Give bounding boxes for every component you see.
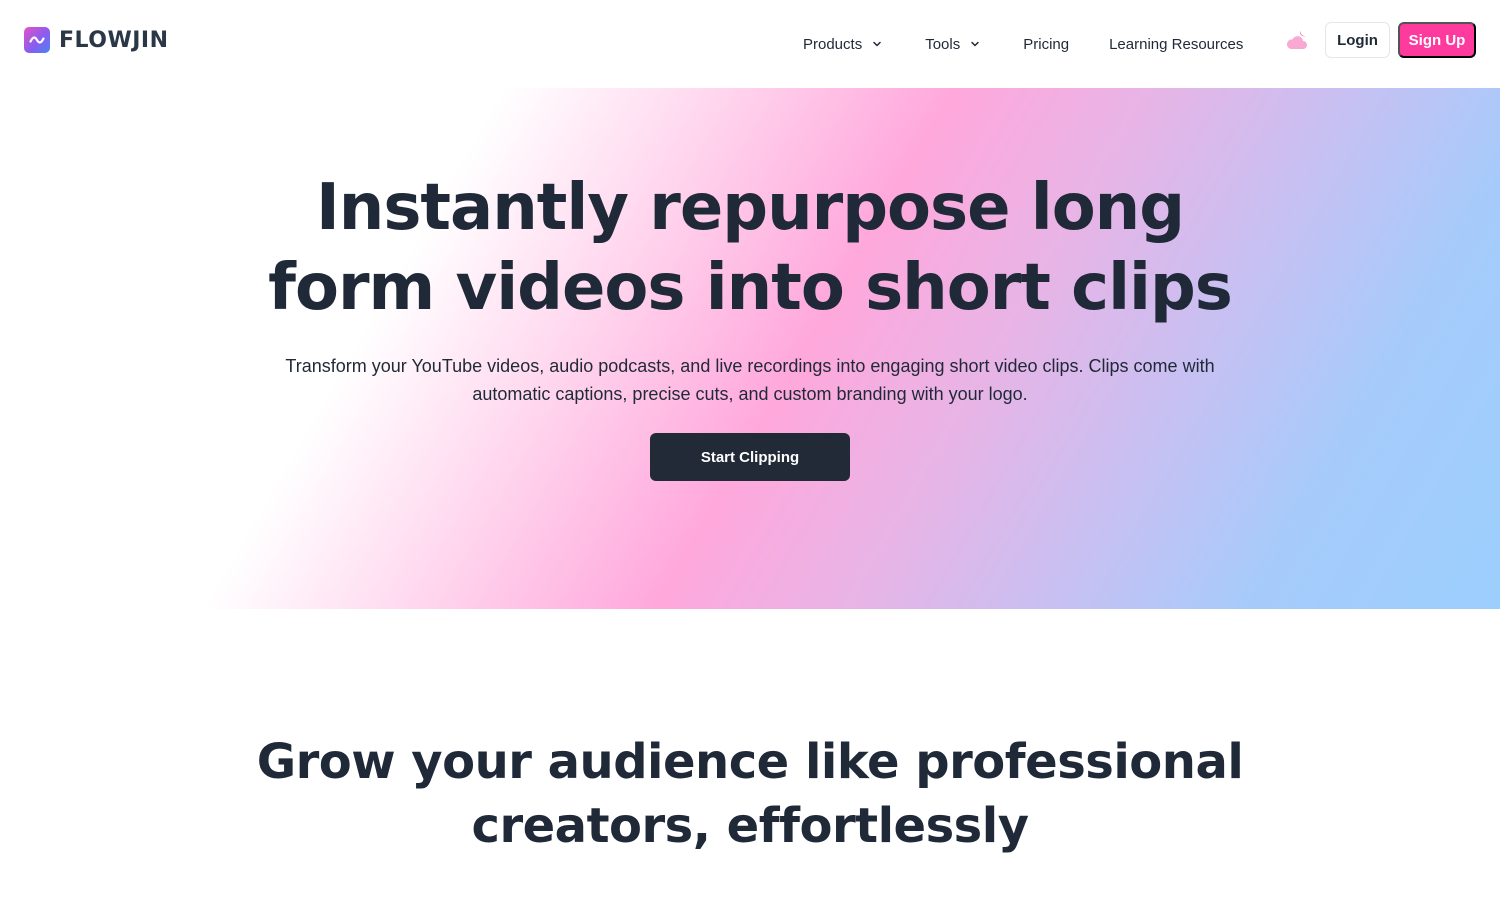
nav-learning-resources-label: Learning Resources	[1109, 35, 1244, 53]
hero-title-line1: Instantly repurpose long	[315, 171, 1185, 245]
nav-pricing[interactable]: Pricing	[1023, 36, 1069, 53]
section-title-line1: Grow your audience like professional	[256, 734, 1244, 790]
chevron-down-icon	[871, 38, 883, 50]
theme-toggle-button[interactable]	[1285, 28, 1311, 52]
section-title: Grow your audience like professional cre…	[250, 730, 1250, 858]
nav-tools[interactable]: Tools	[925, 36, 981, 53]
nav-tools-label: Tools	[925, 35, 961, 53]
main-nav: Products Tools Pricing Learning Resource…	[803, 0, 1243, 88]
signup-button[interactable]: Sign Up	[1398, 22, 1476, 58]
nav-products[interactable]: Products	[803, 36, 883, 53]
hero-title: Instantly repurpose long form videos int…	[0, 168, 1500, 328]
chevron-down-icon	[969, 38, 981, 50]
nav-learning-resources[interactable]: Learning Resources	[1109, 36, 1243, 53]
login-button[interactable]: Login	[1325, 22, 1390, 58]
brand-logo[interactable]: FLOWJIN	[24, 27, 169, 53]
hero-section: Instantly repurpose long form videos int…	[0, 88, 1500, 609]
hero-subtitle: Transform your YouTube videos, audio pod…	[285, 356, 1215, 404]
hero-title-line2: form videos into short clips	[268, 251, 1233, 325]
wave-icon	[24, 27, 50, 53]
brand-name: FLOWJIN	[59, 27, 169, 53]
nav-products-label: Products	[803, 35, 863, 53]
cloud-moon-icon	[1286, 30, 1307, 49]
navbar: FLOWJIN Products Tools Pricing Learning …	[0, 0, 1500, 88]
start-clipping-button[interactable]: Start Clipping	[650, 433, 850, 481]
section-title-line2: creators, effortlessly	[471, 798, 1029, 854]
nav-pricing-label: Pricing	[1023, 35, 1070, 53]
